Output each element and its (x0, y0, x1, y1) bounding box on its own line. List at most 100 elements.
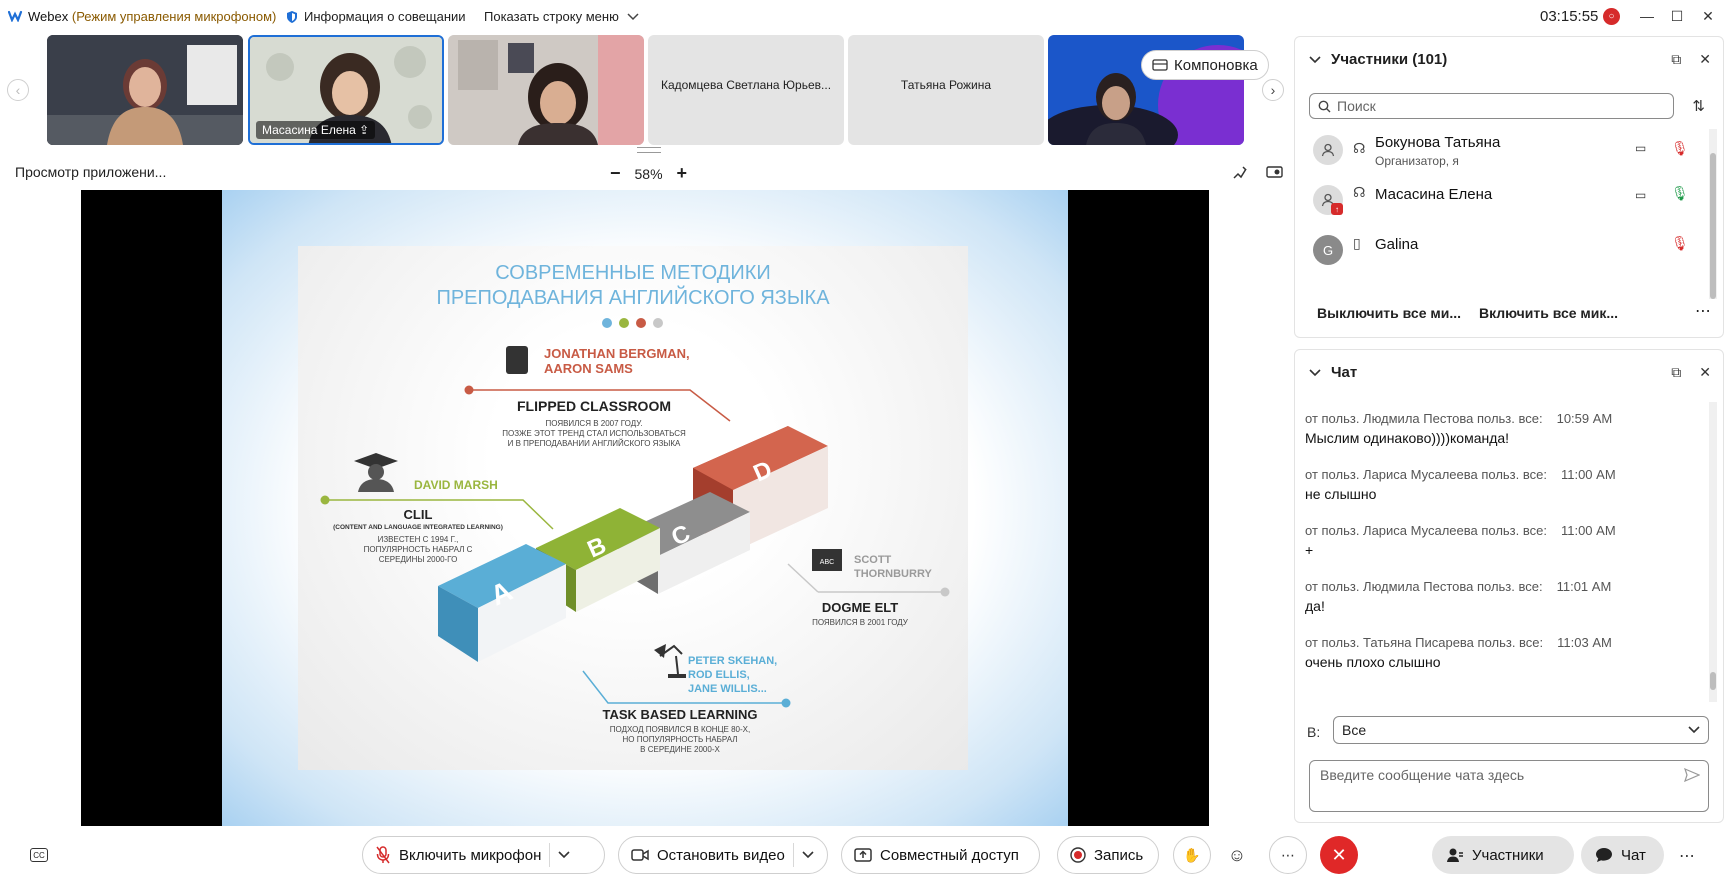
more-options-icon[interactable]: ⋯ (1695, 301, 1711, 321)
emoji-icon: ☺ (1227, 844, 1247, 865)
person-icon (1321, 143, 1335, 157)
stop-video-button[interactable]: Остановить видео (618, 836, 828, 874)
strip-prev-button[interactable]: ‹ (7, 79, 29, 101)
chat-message-text: Мыслим одинаково))))команда! (1305, 430, 1510, 446)
slide-infographic: СОВРЕМЕННЫЕ МЕТОДИКИ ПРЕПОДАВАНИЯ АНГЛИЙ… (320, 262, 950, 754)
strip-next-button[interactable]: › (1262, 79, 1284, 101)
chat-title: Чат (1331, 364, 1358, 381)
unmute-all-button[interactable]: Включить все мик... (1479, 305, 1618, 321)
chat-message-text: очень плохо слышно (1305, 654, 1441, 670)
tbl-author-1: PETER SKEHAN, (688, 655, 777, 667)
flipped-authors-2: AARON SAMS (544, 361, 633, 376)
divider (792, 843, 794, 867)
scrollbar-thumb[interactable] (1710, 672, 1716, 690)
chat-message-input[interactable]: Введите сообщение чата здесь (1309, 760, 1709, 812)
chalkboard-text: ABC (820, 559, 834, 566)
tile-name-label: Масасина Елена ⇪ (256, 121, 376, 139)
raise-hand-button[interactable]: ✋ (1173, 836, 1211, 874)
video-tile-3[interactable] (448, 35, 644, 145)
maximize-button[interactable]: ☐ (1666, 5, 1688, 27)
share-screen-icon (854, 848, 872, 862)
chat-message-text: да! (1305, 598, 1325, 614)
chevron-down-icon[interactable] (558, 851, 570, 859)
participants-header[interactable]: Участники (101) (1309, 51, 1447, 68)
layout-button[interactable]: Компоновка (1141, 50, 1269, 80)
recipient-value: Все (1342, 722, 1367, 738)
clil-desc-1: ИЗВЕСТЕН С 1994 Г., (378, 535, 459, 544)
audio-connected-icon: ☊ (1353, 140, 1366, 156)
close-icon[interactable]: ✕ (1699, 364, 1711, 381)
record-button[interactable]: Запись (1057, 836, 1159, 874)
flipped-authors-1: JONATHAN BERGMAN, (544, 346, 690, 361)
participant-role: Организатор, я (1375, 154, 1459, 168)
show-menu-label: Показать строку меню (484, 9, 619, 24)
mic-muted-icon[interactable]: 🎙 (1671, 235, 1689, 252)
close-window-button[interactable]: ✕ (1697, 5, 1719, 27)
sort-icon[interactable]: ⇅ (1692, 97, 1705, 115)
flipped-desc-3: И В ПРЕПОДАВАНИИ АНГЛИЙСКОГО ЯЗЫКА (508, 439, 681, 448)
share-content-button[interactable]: Совместный доступ (841, 836, 1040, 874)
chevron-down-icon[interactable] (802, 851, 814, 859)
tbl-author-3: JANE WILLIS... (688, 683, 767, 695)
search-placeholder: Поиск (1337, 98, 1376, 114)
video-label: Остановить видео (657, 846, 785, 864)
participant-row[interactable]: G ▯ Galina 🎙 (1313, 229, 1703, 273)
close-icon[interactable]: ✕ (1699, 51, 1711, 68)
sharing-icon: ⇪ (359, 123, 370, 137)
chat-scrollbar[interactable] (1709, 402, 1717, 702)
chat-bubble-icon (1596, 848, 1612, 862)
annotate-icon[interactable] (1232, 165, 1248, 181)
popout-icon[interactable]: ⧉ (1671, 51, 1681, 68)
mic-muted-icon[interactable]: 🎙 (1671, 140, 1689, 157)
minimize-button[interactable]: — (1636, 5, 1658, 27)
send-icon[interactable] (1684, 768, 1700, 782)
share-label: Совместный доступ (880, 846, 1019, 864)
participants-toggle-button[interactable]: Участники (1432, 836, 1574, 874)
participant-row[interactable]: ↑ ☊ Масасина Елена ▭ 🎙 (1313, 179, 1703, 223)
layout-label: Компоновка (1174, 56, 1258, 74)
mute-all-button[interactable]: Выключить все ми... (1317, 305, 1461, 321)
participant-name: Масасина Елена (1375, 186, 1493, 203)
chat-input-placeholder: Введите сообщение чата здесь (1320, 767, 1525, 783)
video-tile-5[interactable]: Татьяна Рожина (848, 35, 1044, 145)
chat-toggle-button[interactable]: Чат (1581, 836, 1664, 874)
remote-control-icon[interactable] (1266, 165, 1284, 181)
shield-icon (287, 10, 297, 23)
scrollbar-thumb[interactable] (1710, 153, 1716, 299)
app-mode: (Режим управления микрофоном) (71, 9, 277, 24)
slide-title-2: ПРЕПОДАВАНИЯ АНГЛИЙСКОГО ЯЗЫКА (436, 285, 830, 309)
chat-to-label: В: (1307, 724, 1321, 740)
desk-lamp-icon (654, 644, 686, 678)
video-tile-4[interactable]: Кадомцева Светлана Юрьев... (648, 35, 844, 145)
video-tile-2[interactable]: Масасина Елена ⇪ (248, 35, 444, 145)
participants-icon (1447, 848, 1463, 862)
popout-icon[interactable]: ⧉ (1671, 364, 1681, 381)
chat-message-text: не слышно (1305, 486, 1377, 502)
participant-row[interactable]: ☊ Бокунова Татьяна Организатор, я ▭ 🎙 (1313, 129, 1703, 173)
chevron-down-icon (1688, 726, 1700, 734)
participants-scrollbar[interactable] (1709, 129, 1717, 299)
mic-active-icon[interactable]: 🎙 (1671, 185, 1689, 202)
video-tile-1[interactable] (47, 35, 243, 145)
meeting-info-button[interactable]: Информация о совещании (286, 9, 466, 24)
strip-resize-handle[interactable] (637, 147, 661, 153)
participant-search-input[interactable]: Поиск (1309, 93, 1674, 119)
more-options-button[interactable]: ⋯ (1269, 836, 1307, 874)
share-tools (1232, 165, 1284, 181)
leave-meeting-button[interactable]: ✕ (1320, 836, 1358, 874)
chat-header[interactable]: Чат (1309, 364, 1357, 381)
zoom-out-button[interactable]: − (610, 163, 621, 184)
avatar: ↑ (1313, 185, 1343, 215)
unmute-mic-button[interactable]: Включить микрофон (362, 836, 605, 874)
participant-video (448, 35, 644, 145)
toolbar-more-icon[interactable]: ⋯ (1679, 846, 1695, 866)
chat-recipient-select[interactable]: Все (1333, 716, 1709, 744)
tbl-author-2: ROD ELLIS, (688, 669, 750, 681)
avatar: G (1313, 235, 1343, 265)
chat-message-text: + (1305, 542, 1314, 558)
closed-captions-icon[interactable]: CC (30, 848, 48, 862)
reactions-button[interactable]: ☺ (1218, 836, 1256, 874)
meeting-clock: 03:15:55 (1540, 8, 1599, 25)
show-menu-bar-button[interactable]: Показать строку меню (484, 9, 639, 24)
zoom-in-button[interactable]: + (677, 163, 688, 184)
